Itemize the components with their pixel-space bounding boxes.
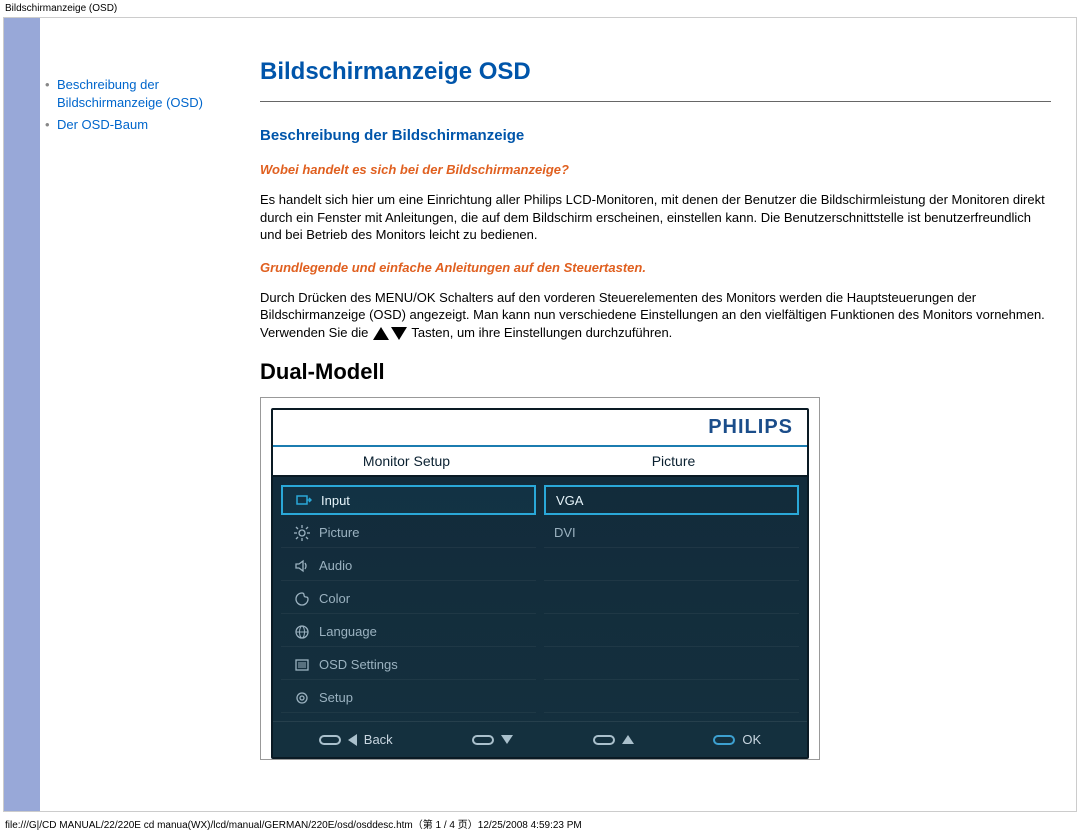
triangle-up-icon [373,327,389,340]
speaker-icon [291,558,313,574]
osd-footer: Back OK [273,721,807,757]
list-icon [291,657,313,673]
osd-item-label: Input [321,493,350,508]
osd-item-label: Audio [319,558,352,573]
paragraph: Es handelt sich hier um eine Einrichtung… [260,191,1051,244]
sidebar-item-osd-tree[interactable]: • Der OSD-Baum [45,116,240,134]
osd-screen: PHILIPS Monitor Setup Picture Input [271,408,809,759]
sidebar-link[interactable]: Beschreibung der Bildschirmanzeige (OSD) [57,76,240,112]
osd-item-label: Color [319,591,350,606]
osd-option-dvi[interactable]: DVI [544,518,799,548]
pill-icon [472,735,494,745]
osd-item-language[interactable]: Language [281,617,536,647]
pill-icon [593,735,615,745]
osd-item-audio[interactable]: Audio [281,551,536,581]
osd-item-picture[interactable]: Picture [281,518,536,548]
osd-item-color[interactable]: Color [281,584,536,614]
osd-option-empty [544,683,799,713]
osd-back-control[interactable]: Back [319,732,393,747]
osd-item-label: OSD Settings [319,657,398,672]
osd-logo-bar: PHILIPS [273,410,807,447]
sidebar-item-description[interactable]: • Beschreibung der Bildschirmanzeige (OS… [45,76,240,112]
bullet-icon: • [45,116,57,134]
bullet-icon: • [45,76,57,112]
osd-left-column: Input Picture Audio [281,485,536,713]
pill-icon [319,735,341,745]
osd-item-label: Picture [319,525,359,540]
sidebar-link[interactable]: Der OSD-Baum [57,116,148,134]
page: • Beschreibung der Bildschirmanzeige (OS… [3,17,1077,812]
osd-header-right: Picture [540,447,807,475]
page-title: Bildschirmanzeige OSD [260,58,1051,86]
question-heading: Wobei handelt es sich bei der Bildschirm… [260,162,1051,177]
pill-icon [713,735,735,745]
osd-option-empty [544,617,799,647]
osd-option-empty [544,584,799,614]
divider [260,101,1051,102]
osd-ok-label: OK [742,732,761,747]
triangle-up-icon [622,735,634,744]
osd-option-empty [544,551,799,581]
osd-screenshot: PHILIPS Monitor Setup Picture Input [260,397,820,760]
osd-header-left: Monitor Setup [273,447,540,475]
dual-model-heading: Dual-Modell [260,359,1051,385]
osd-body: Input Picture Audio [273,477,807,721]
osd-item-setup[interactable]: Setup [281,683,536,713]
osd-option-label: VGA [556,493,583,508]
instruction-heading: Grundlegende und einfache Anleitungen au… [260,260,1051,275]
osd-column-headers: Monitor Setup Picture [273,447,807,477]
left-decor-strip [4,18,40,811]
osd-option-label: DVI [554,525,576,540]
osd-option-empty [544,650,799,680]
triangle-down-icon [501,735,513,744]
paragraph: Durch Drücken des MENU/OK Schalters auf … [260,289,1051,342]
osd-ok-control[interactable]: OK [713,732,761,747]
sidebar: • Beschreibung der Bildschirmanzeige (OS… [40,18,250,811]
input-icon [293,492,315,508]
osd-back-label: Back [364,732,393,747]
osd-option-vga[interactable]: VGA [544,485,799,515]
triangle-down-icon [391,327,407,340]
osd-down-control[interactable] [472,732,513,747]
sun-icon [291,525,313,541]
globe-icon [291,624,313,640]
osd-item-label: Setup [319,690,353,705]
triangle-left-icon [348,734,357,746]
window-title: Bildschirmanzeige (OSD) [0,0,1080,17]
text-part-b: Tasten, um ihre Einstellungen durchzufüh… [411,325,672,340]
gear-icon [291,690,313,706]
osd-up-control[interactable] [593,732,634,747]
osd-item-osd-settings[interactable]: OSD Settings [281,650,536,680]
osd-right-column: VGA DVI [544,485,799,713]
osd-item-input[interactable]: Input [281,485,536,515]
osd-item-label: Language [319,624,377,639]
main-content: Bildschirmanzeige OSD Beschreibung der B… [250,18,1076,811]
file-path-footer: file:///G|/CD MANUAL/22/220E cd manua(WX… [0,812,1080,835]
philips-logo: PHILIPS [708,416,793,438]
section-heading: Beschreibung der Bildschirmanzeige [260,127,1051,144]
palette-icon [291,591,313,607]
